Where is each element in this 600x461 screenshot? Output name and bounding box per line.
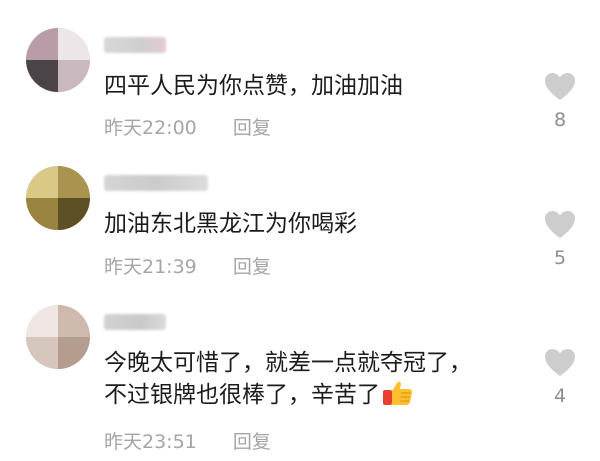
thumbs-up-emoji	[383, 381, 413, 405]
username-blurred[interactable]	[104, 314, 166, 330]
comment-meta: 昨天23:51 回复	[104, 427, 271, 454]
like-count: 4	[553, 385, 567, 407]
comment-text-line: 今晚太可惜了，就差一点就夺冠了，	[104, 350, 472, 376]
comment-text: 今晚太可惜了，就差一点就夺冠了， 不过银牌也很棒了，辛苦了	[104, 348, 472, 411]
comment-text-line: 不过银牌也很棒了，辛苦了	[104, 379, 472, 411]
avatar[interactable]	[26, 305, 90, 369]
heart-icon	[545, 349, 575, 376]
comment-time: 昨天23:51	[104, 431, 197, 453]
reply-button[interactable]: 回复	[233, 427, 271, 454]
like-button[interactable]: 4	[540, 348, 580, 407]
comment-item: 今晚太可惜了，就差一点就夺冠了， 不过银牌也很棒了，辛苦了 昨天23:51 回复…	[0, 0, 600, 461]
